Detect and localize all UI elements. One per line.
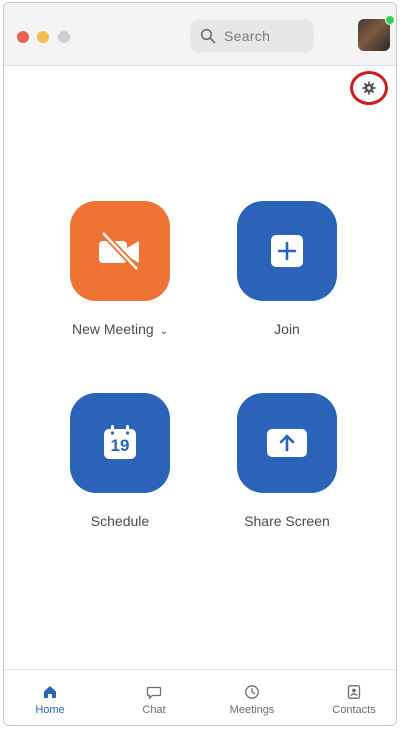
share-screen-icon xyxy=(267,429,307,457)
tab-contacts-label: Contacts xyxy=(332,704,376,716)
schedule-button[interactable]: 19 xyxy=(70,393,170,493)
calendar-icon: 19 xyxy=(101,424,139,462)
chat-icon xyxy=(146,686,162,700)
settings-button[interactable] xyxy=(350,71,388,105)
share-screen-button[interactable] xyxy=(237,393,337,493)
avatar[interactable] xyxy=(358,19,390,51)
join-button[interactable] xyxy=(237,201,337,301)
tab-chat-label: Chat xyxy=(142,704,166,716)
search-icon xyxy=(200,28,216,44)
tab-home-label: Home xyxy=(35,704,65,716)
tab-meetings[interactable]: Meetings xyxy=(212,684,292,716)
bottom-tab-bar: Home Chat Meetings Contacts xyxy=(4,669,396,725)
video-off-icon xyxy=(99,231,140,271)
calendar-day: 19 xyxy=(110,436,130,455)
new-meeting-label: New Meeting xyxy=(71,321,154,337)
contacts-icon xyxy=(347,685,361,699)
tab-contacts[interactable]: Contacts xyxy=(314,684,394,716)
new-meeting-button[interactable] xyxy=(70,201,170,301)
search-placeholder: Search xyxy=(224,28,271,44)
close-window-button[interactable] xyxy=(17,31,29,43)
new-meeting-label-row: New Meeting ⌄ xyxy=(40,321,200,337)
zoom-window: Search New Meeting ⌄ Join 19 Schedule Sh… xyxy=(3,2,397,726)
search-box[interactable]: Search xyxy=(190,20,314,52)
join-label: Join xyxy=(274,321,300,337)
tab-meetings-label: Meetings xyxy=(229,704,275,716)
online-status-indicator xyxy=(385,15,395,25)
tab-home[interactable]: Home xyxy=(10,684,90,716)
clock-icon xyxy=(245,685,259,699)
gear-icon xyxy=(362,81,376,95)
title-bar: Search xyxy=(4,3,396,66)
tab-chat[interactable]: Chat xyxy=(114,684,194,716)
chevron-down-icon[interactable]: ⌄ xyxy=(160,326,168,337)
minimize-window-button[interactable] xyxy=(37,31,49,43)
schedule-label: Schedule xyxy=(90,513,150,529)
home-icon xyxy=(44,686,56,698)
share-screen-label: Share Screen xyxy=(244,513,330,529)
plus-icon xyxy=(271,235,303,267)
zoom-window-button[interactable] xyxy=(58,31,70,43)
